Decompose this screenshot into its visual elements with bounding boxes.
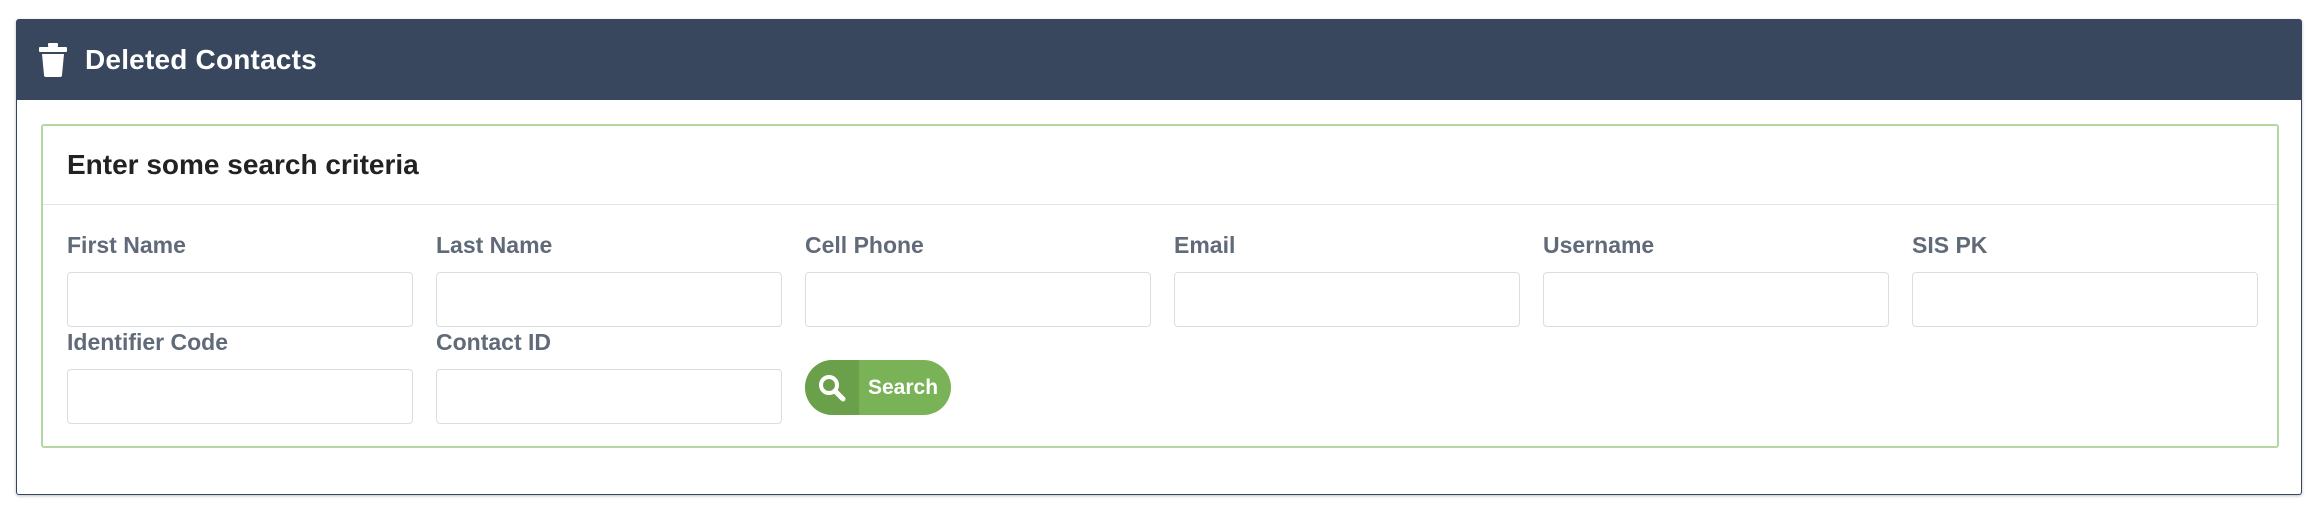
identifier-code-input[interactable] xyxy=(67,369,413,424)
contact-id-field: Contact ID xyxy=(436,329,782,424)
trash-icon xyxy=(39,43,67,77)
search-button[interactable]: Search xyxy=(805,360,951,415)
email-field: Email xyxy=(1174,232,1520,327)
username-field: Username xyxy=(1543,232,1889,327)
last-name-field: Last Name xyxy=(436,232,782,327)
search-criteria-header: Enter some search criteria xyxy=(43,126,2277,205)
cell-phone-label: Cell Phone xyxy=(805,232,924,258)
search-criteria-box: Enter some search criteria First Name La… xyxy=(41,124,2279,448)
sis-pk-label: SIS PK xyxy=(1912,232,1988,258)
username-label: Username xyxy=(1543,232,1655,258)
search-criteria-heading: Enter some search criteria xyxy=(67,149,419,180)
first-name-input[interactable] xyxy=(67,272,413,327)
username-input[interactable] xyxy=(1543,272,1889,327)
panel-title: Deleted Contacts xyxy=(85,44,317,75)
identifier-code-field: Identifier Code xyxy=(67,329,413,424)
email-label: Email xyxy=(1174,232,1236,258)
first-name-field: First Name xyxy=(67,232,413,327)
last-name-label: Last Name xyxy=(436,232,553,258)
email-input[interactable] xyxy=(1174,272,1520,327)
contact-id-label: Contact ID xyxy=(436,329,551,355)
deleted-contacts-panel: Deleted Contacts Enter some search crite… xyxy=(16,19,2302,495)
search-button-label: Search xyxy=(868,375,939,399)
identifier-code-label: Identifier Code xyxy=(67,329,229,355)
sis-pk-field: SIS PK xyxy=(1912,232,2258,327)
cell-phone-field: Cell Phone xyxy=(805,232,1151,327)
sis-pk-input[interactable] xyxy=(1912,272,2258,327)
cell-phone-input[interactable] xyxy=(805,272,1151,327)
search-icon xyxy=(805,360,859,415)
panel-header: Deleted Contacts xyxy=(17,20,2301,100)
last-name-input[interactable] xyxy=(436,272,782,327)
first-name-label: First Name xyxy=(67,232,186,258)
contact-id-input[interactable] xyxy=(436,369,782,424)
